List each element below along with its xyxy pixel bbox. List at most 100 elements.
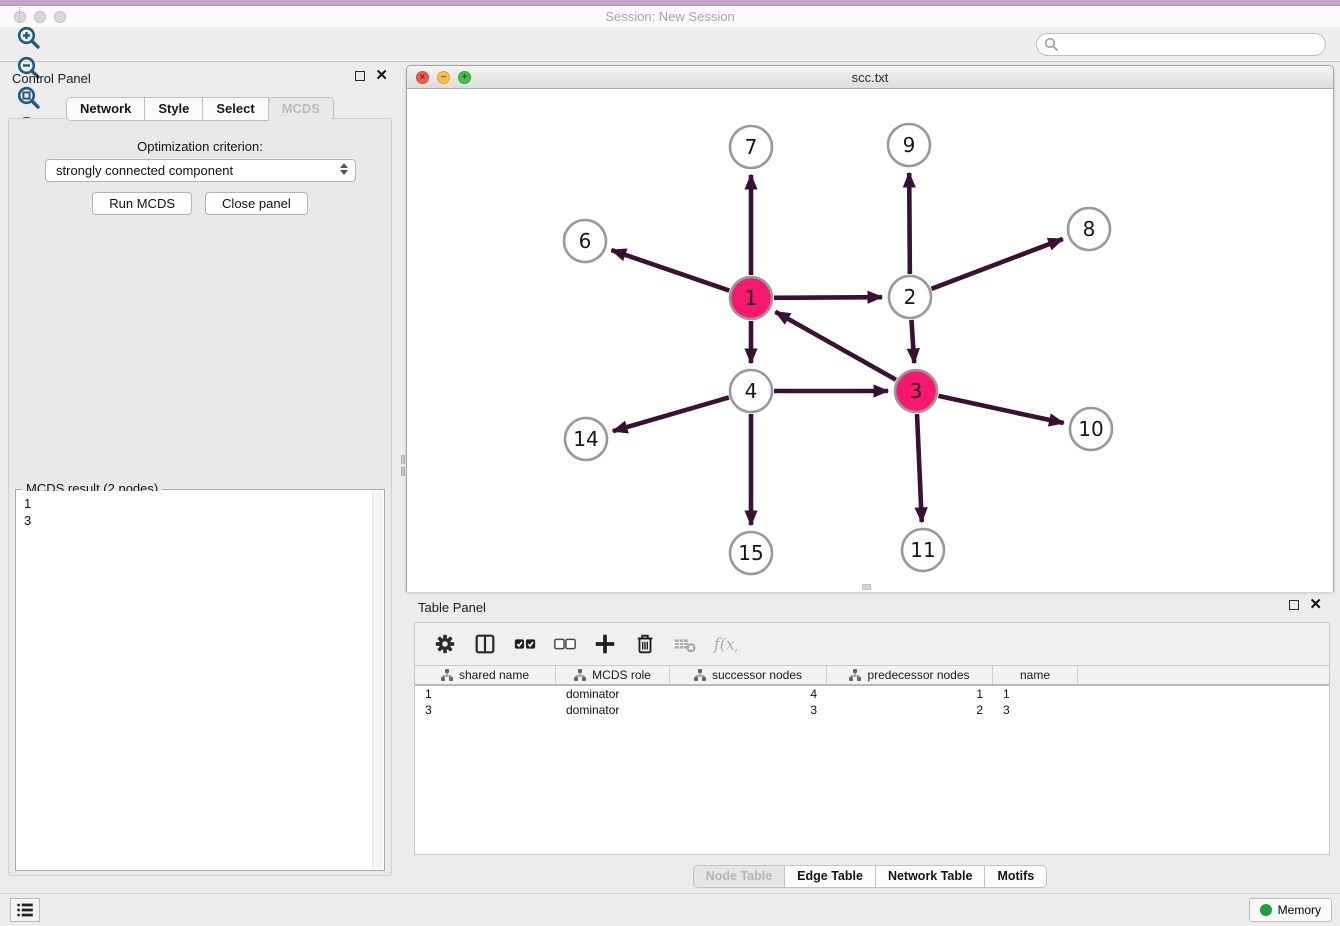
window-title: Session: New Session [0, 9, 1340, 24]
node-table-container: f(x) shared name MCDS role successor nodes… [414, 622, 1330, 855]
graph-node-2[interactable]: 2 [889, 276, 931, 318]
graph-edge-2-8[interactable] [932, 239, 1063, 289]
graph-edge-4-14[interactable] [613, 397, 729, 431]
graph-node-6[interactable]: 6 [564, 220, 606, 262]
table-cell[interactable]: 1 [415, 686, 556, 702]
function-builder-button: f(x) [709, 628, 741, 660]
tab-motifs[interactable]: Motifs [984, 865, 1047, 888]
mcds-tab-content: Optimization criterion: strongly connect… [8, 118, 392, 876]
table-cell[interactable]: 3 [993, 702, 1078, 718]
node-label-3: 3 [910, 379, 923, 403]
task-history-button[interactable] [10, 898, 40, 922]
table-cell[interactable]: 3 [670, 702, 827, 718]
node-label-9: 9 [903, 133, 916, 157]
zoom-in-button[interactable] [10, 23, 48, 53]
float-table-panel-icon[interactable] [1289, 600, 1299, 610]
tab-select[interactable]: Select [202, 97, 268, 121]
memory-button[interactable]: Memory [1249, 898, 1332, 922]
graph-edge-3-1[interactable] [775, 312, 896, 380]
column-header-name[interactable]: name [993, 666, 1078, 684]
export-image-icon [16, 0, 42, 3]
table-row[interactable]: 1dominator411 [415, 686, 1329, 702]
node-label-4: 4 [745, 379, 758, 403]
tab-network[interactable]: Network [66, 97, 145, 121]
graph-node-9[interactable]: 9 [888, 124, 930, 166]
application-window: Session: New Session Control Panel ✕ Net… [0, 0, 1340, 926]
add-row-icon [593, 632, 617, 656]
column-label: successor nodes [712, 668, 802, 682]
column-label: predecessor nodes [867, 668, 969, 682]
column-header-MCDS-role[interactable]: MCDS role [556, 666, 670, 684]
column-header-shared-name[interactable]: shared name [415, 666, 556, 684]
mcds-result-area[interactable]: 1 3 [17, 491, 383, 869]
columns-button[interactable] [469, 628, 501, 660]
column-header-successor-nodes[interactable]: successor nodes [670, 666, 827, 684]
table-cell[interactable]: 3 [415, 702, 556, 718]
close-panel-button[interactable]: Close panel [205, 192, 308, 215]
graph-node-15[interactable]: 15 [730, 532, 772, 574]
delete-row-button[interactable] [629, 628, 661, 660]
column-label: name [1020, 668, 1050, 682]
criterion-select[interactable]: strongly connected component [45, 159, 356, 182]
graph-edge-3-11[interactable] [917, 414, 922, 522]
run-mcds-button[interactable]: Run MCDS [92, 192, 192, 215]
mcds-result-text: 1 3 [17, 491, 383, 533]
graph-node-10[interactable]: 10 [1070, 408, 1112, 450]
control-panel: Control Panel ✕ NetworkStyleSelectMCDS O… [0, 62, 400, 885]
select-all-button[interactable] [509, 628, 541, 660]
main-toolbar [0, 27, 1340, 62]
tab-network-table[interactable]: Network Table [875, 865, 986, 888]
network-window-titlebar[interactable]: ×−+ scc.txt [407, 66, 1333, 89]
tab-node-table[interactable]: Node Table [693, 865, 785, 888]
network-window-title: scc.txt [407, 70, 1333, 85]
graph-node-8[interactable]: 8 [1068, 208, 1110, 250]
tab-mcds[interactable]: MCDS [268, 97, 334, 121]
settings-button[interactable] [429, 628, 461, 660]
add-row-button[interactable] [589, 628, 621, 660]
close-panel-icon[interactable]: ✕ [375, 71, 388, 81]
table-cell[interactable]: 1 [827, 686, 993, 702]
graph-node-14[interactable]: 14 [565, 418, 607, 460]
tab-style[interactable]: Style [144, 97, 203, 121]
close-table-panel-icon[interactable]: ✕ [1309, 600, 1322, 610]
table-panel-title: Table Panel [418, 600, 486, 615]
delete-row-icon [633, 632, 657, 656]
table-row[interactable]: 3dominator323 [415, 702, 1329, 718]
table-cell[interactable]: 1 [993, 686, 1078, 702]
graph-node-3[interactable]: 3 [895, 370, 937, 412]
table-toolbar: f(x) [415, 623, 1329, 665]
table-cell[interactable]: dominator [556, 686, 670, 702]
float-panel-icon[interactable] [355, 71, 365, 81]
window-titlebar: Session: New Session [0, 6, 1340, 27]
network-canvas[interactable]: 7 9 6 8 1 2 4 3 14 10 15 11 [407, 89, 1333, 592]
node-label-6: 6 [579, 229, 592, 253]
settings-icon [433, 632, 457, 656]
graph-node-7[interactable]: 7 [730, 126, 772, 168]
graph-edge-3-10[interactable] [938, 396, 1063, 423]
memory-label: Memory [1278, 903, 1321, 917]
graph-edge-2-9[interactable] [909, 173, 910, 274]
table-cell[interactable]: 4 [670, 686, 827, 702]
graph-node-11[interactable]: 11 [902, 529, 944, 571]
table-cell[interactable]: dominator [556, 702, 670, 718]
column-type-icon [849, 669, 861, 681]
graph-node-4[interactable]: 4 [730, 370, 772, 412]
graph-edge-1-2[interactable] [774, 297, 882, 298]
column-label: shared name [459, 668, 529, 682]
select-all-icon [513, 632, 537, 656]
search-input[interactable] [1036, 33, 1326, 56]
deselect-all-button[interactable] [549, 628, 581, 660]
graph-edge-2-3[interactable] [911, 320, 914, 363]
column-header-predecessor-nodes[interactable]: predecessor nodes [827, 666, 993, 684]
table-cell[interactable]: 2 [827, 702, 993, 718]
graph-edge-1-6[interactable] [611, 250, 729, 290]
result-scrollbar[interactable] [372, 491, 383, 869]
export-image-button[interactable] [10, 0, 48, 5]
optimization-criterion-label: Optimization criterion: [9, 139, 391, 154]
canvas-resize-handle[interactable] [862, 584, 871, 590]
node-label-11: 11 [910, 538, 935, 562]
graph-node-1[interactable]: 1 [730, 277, 772, 319]
column-type-icon [694, 669, 706, 681]
select-stepper-icon [340, 163, 348, 175]
tab-edge-table[interactable]: Edge Table [784, 865, 876, 888]
